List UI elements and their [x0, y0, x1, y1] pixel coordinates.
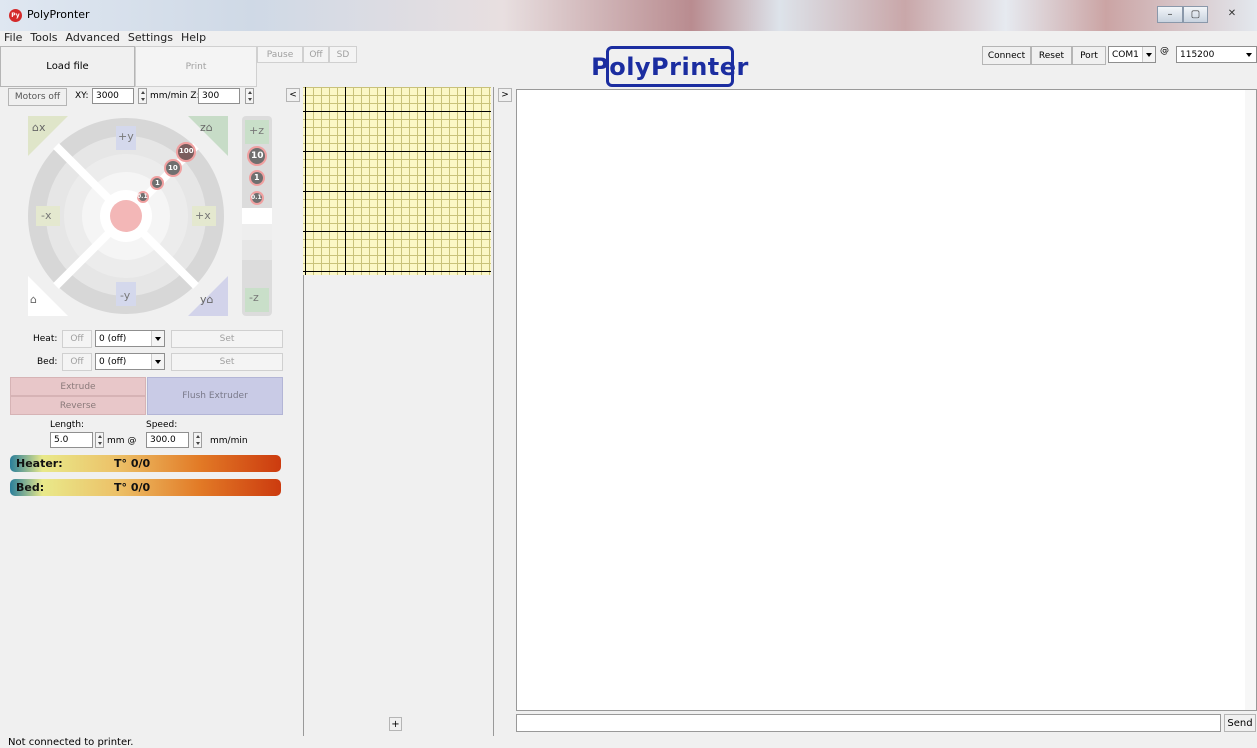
close-icon[interactable]: ✕ [1214, 6, 1250, 23]
minus-x-label: -x [41, 209, 52, 222]
flush-extruder-button[interactable]: Flush Extruder [147, 377, 283, 415]
off-button[interactable]: Off [303, 46, 329, 63]
expand-right-button[interactable]: > [498, 88, 512, 102]
xy-speed-stepper[interactable] [138, 88, 147, 104]
port-value: COM1 [1112, 49, 1139, 60]
home-z-label: z⌂ [200, 121, 213, 134]
plus-y-label: +y [118, 130, 134, 143]
console-log[interactable] [516, 89, 1257, 711]
command-input[interactable] [516, 714, 1221, 732]
menu-advanced[interactable]: Advanced [62, 32, 124, 44]
z-step-lower-2[interactable] [242, 240, 272, 260]
z-step-01-label: 0.1 [251, 194, 262, 201]
minimize-icon[interactable]: – [1157, 6, 1183, 23]
motors-off-button[interactable]: Motors off [8, 88, 67, 106]
print-bed-grid[interactable] [303, 87, 491, 275]
baud-select[interactable]: 115200 [1176, 46, 1257, 63]
bed-off-button[interactable]: Off [62, 353, 92, 371]
bed-value: 0 (off) [99, 356, 127, 367]
window-title: PolyPronter [27, 8, 90, 21]
heat-set-button[interactable]: Set [171, 330, 283, 348]
heater-gauge-label: Heater: [16, 457, 63, 470]
panel-divider-right [493, 87, 494, 736]
minus-z-label: -z [249, 291, 259, 304]
step-10-label: 10 [168, 164, 178, 172]
menu-settings[interactable]: Settings [124, 32, 177, 44]
length-stepper[interactable] [95, 432, 104, 448]
speed-stepper[interactable] [193, 432, 202, 448]
add-button[interactable]: + [389, 717, 402, 731]
plus-x-label: +x [195, 209, 211, 222]
reverse-button[interactable]: Reverse [10, 396, 146, 415]
step-1-label: 1 [155, 179, 160, 187]
print-button[interactable]: Print [135, 46, 257, 87]
heater-gauge-value: T° 0/0 [114, 457, 151, 470]
menu-help[interactable]: Help [177, 32, 210, 44]
chevron-down-icon[interactable] [1142, 47, 1155, 62]
pause-button[interactable]: Pause [257, 46, 303, 63]
bed-select[interactable]: 0 (off) [95, 353, 165, 370]
step-01-label: 0.1 [137, 193, 148, 200]
minus-y-label: -y [120, 289, 131, 302]
heat-value: 0 (off) [99, 333, 127, 344]
menu-tools[interactable]: Tools [26, 32, 61, 44]
xy-label: XY: [75, 91, 89, 101]
extrude-button[interactable]: Extrude [10, 377, 146, 396]
bed-gauge-value: T° 0/0 [114, 481, 151, 494]
heat-off-button[interactable]: Off [62, 330, 92, 348]
connect-button[interactable]: Connect [982, 46, 1031, 65]
home-xy-icon[interactable] [110, 200, 142, 232]
z-center[interactable] [242, 208, 272, 224]
load-file-button[interactable]: Load file [0, 46, 135, 87]
home-x-label: ⌂x [32, 121, 46, 134]
z-step-10-label: 10 [251, 151, 264, 161]
send-button[interactable]: Send [1224, 714, 1256, 732]
app-icon: Py [9, 9, 22, 22]
bed-set-button[interactable]: Set [171, 353, 283, 371]
z-step-lower-1[interactable] [242, 224, 272, 240]
chevron-down-icon[interactable] [151, 331, 164, 346]
mm-min-label: mm/min [210, 436, 248, 446]
length-input[interactable]: 5.0 [50, 432, 93, 448]
reset-button[interactable]: Reset [1031, 46, 1072, 65]
sd-button[interactable]: SD [329, 46, 357, 63]
title-bar: Py PolyPronter – ▢ ✕ [0, 0, 1257, 31]
home-y-label: y⌂ [200, 293, 214, 306]
status-bar: Not connected to printer. [8, 737, 134, 748]
z-speed-input[interactable]: 300 [198, 88, 240, 104]
heat-label: Heat: [33, 334, 58, 344]
home-all-label: ⌂ [30, 293, 37, 306]
menu-file[interactable]: File [0, 32, 26, 44]
heat-select[interactable]: 0 (off) [95, 330, 165, 347]
speed-label: Speed: [146, 420, 178, 430]
port-select[interactable]: COM1 [1108, 46, 1156, 63]
heater-gauge: Heater: T° 0/0 [10, 455, 281, 472]
chevron-down-icon[interactable] [151, 354, 164, 369]
z-step-1-label: 1 [254, 173, 260, 182]
length-label: Length: [50, 420, 85, 430]
plus-z-label: +z [249, 124, 264, 137]
polyprinter-logo: PolyPrinter [591, 46, 748, 87]
speed-input[interactable]: 300.0 [146, 432, 189, 448]
bed-label: Bed: [37, 357, 58, 367]
mm-min-z-label: mm/min Z: [150, 91, 200, 101]
menu-bar: File Tools Advanced Settings Help [0, 31, 1257, 44]
z-jog-control[interactable] [241, 116, 273, 316]
at-label: @ [1160, 46, 1169, 56]
port-button[interactable]: Port [1072, 46, 1106, 65]
maximize-icon[interactable]: ▢ [1183, 6, 1208, 23]
bed-gauge: Bed: T° 0/0 [10, 479, 281, 496]
step-100-label: 100 [179, 147, 194, 155]
xy-speed-input[interactable]: 3000 [92, 88, 134, 104]
bed-gauge-label: Bed: [16, 481, 45, 494]
console-scrollbar[interactable] [1245, 90, 1256, 710]
collapse-left-button[interactable]: < [286, 88, 300, 102]
baud-value: 115200 [1180, 49, 1215, 60]
mm-at-label: mm @ [107, 436, 137, 446]
chevron-down-icon[interactable] [1243, 47, 1256, 62]
z-speed-stepper[interactable] [245, 88, 254, 104]
